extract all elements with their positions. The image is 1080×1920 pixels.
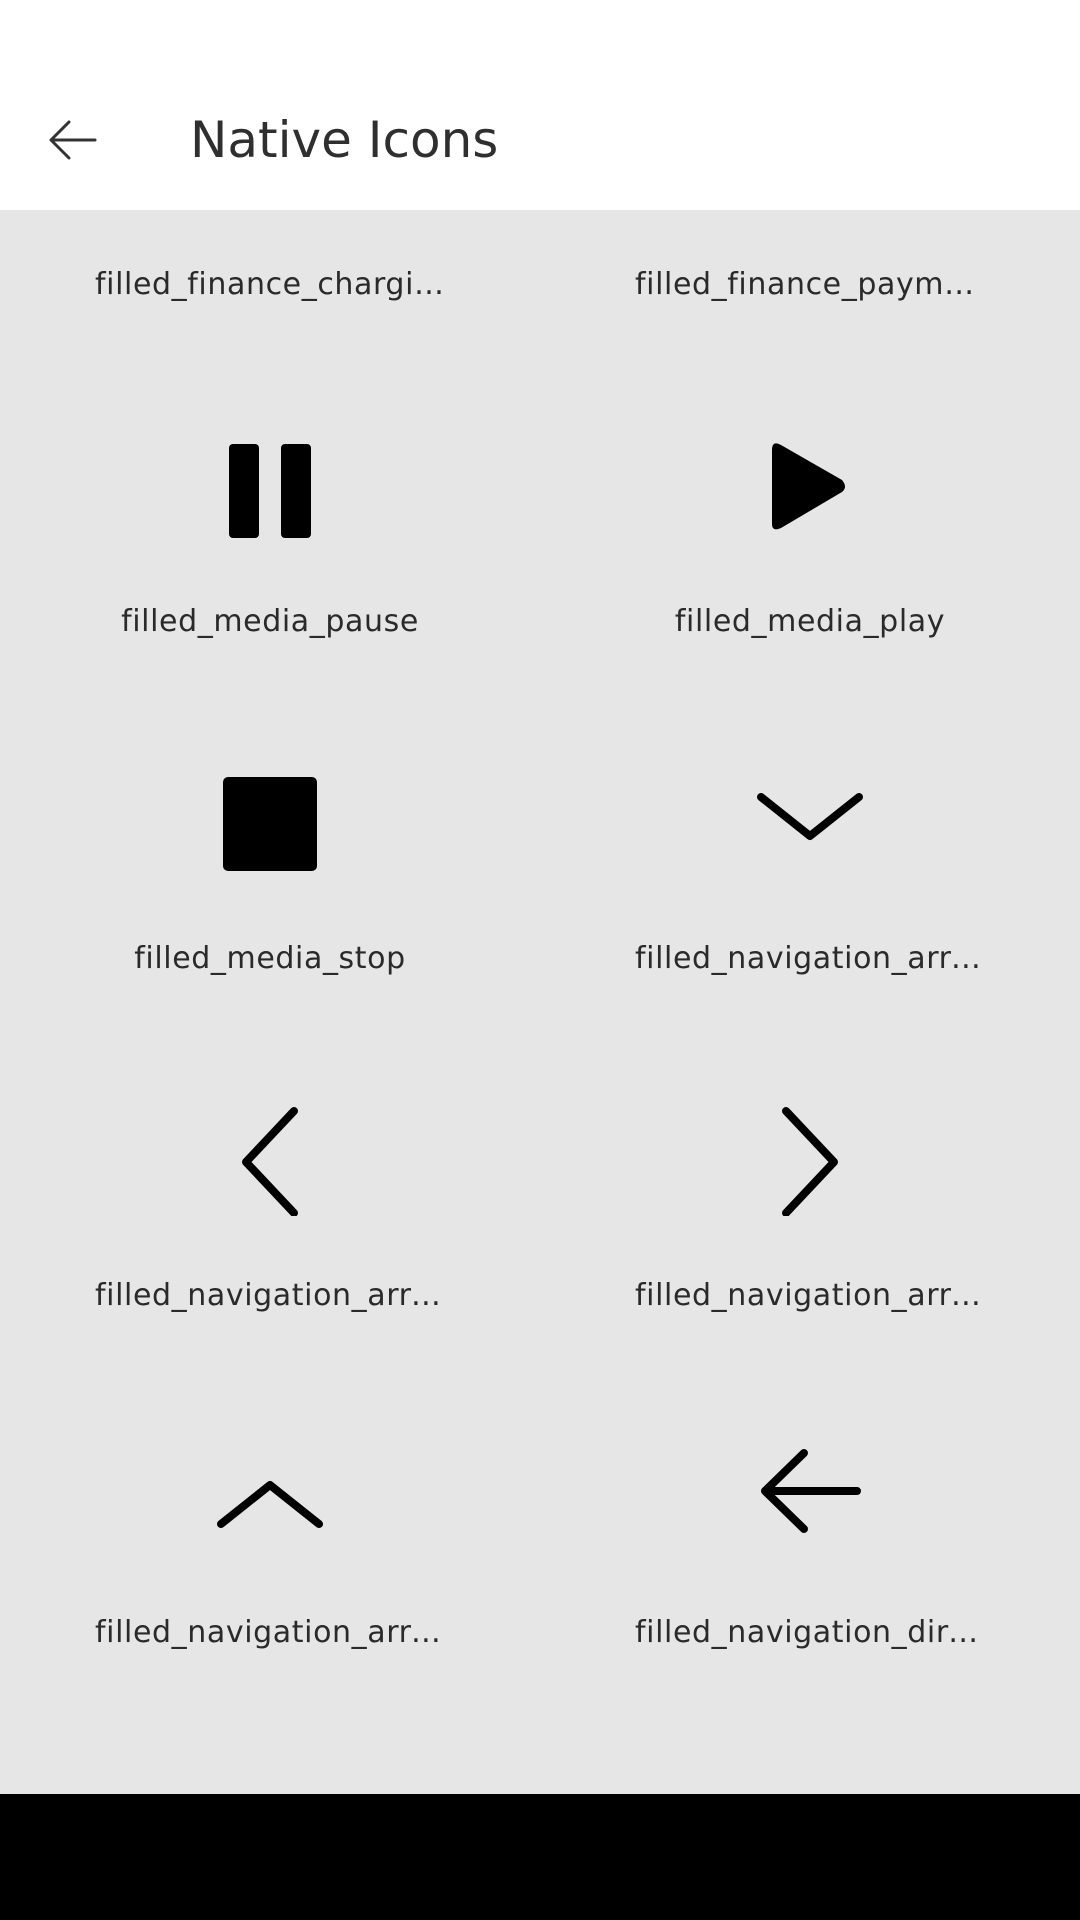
play-icon xyxy=(755,432,865,542)
arrow-left-icon xyxy=(49,120,97,160)
icon-grid[interactable]: filled_finance_charging filled_finance_pa… xyxy=(0,210,1080,1794)
icon-tile[interactable]: filled_finance_payment xyxy=(540,210,1080,390)
arrow-left-icon xyxy=(755,1443,865,1553)
page-title: Native Icons xyxy=(190,111,499,169)
icon-tile[interactable]: filled_navigation_arrow xyxy=(0,1064,540,1401)
icon-label: filled_media_stop xyxy=(134,941,406,976)
icon-tile[interactable]: filled_navigation_arrow xyxy=(0,1401,540,1738)
icon-tile[interactable]: filled_media_pause xyxy=(0,390,540,727)
pause-icon xyxy=(215,432,325,542)
status-bar xyxy=(0,0,1080,70)
icon-label: filled_navigation_arrow xyxy=(95,1278,445,1313)
icon-tile[interactable]: filled_navigation_arrow xyxy=(540,1064,1080,1401)
icon-label: filled_finance_charging xyxy=(95,267,445,302)
chevron-right-icon xyxy=(755,1106,865,1216)
stop-icon xyxy=(215,769,325,879)
icon-label: filled_media_play xyxy=(674,604,946,639)
icon-tile[interactable]: filled_media_play xyxy=(540,390,1080,727)
icon-label: filled_navigation_arrow xyxy=(95,1615,445,1650)
icon-label: filled_navigation_direction xyxy=(635,1615,985,1650)
chevron-up-icon xyxy=(215,1443,325,1553)
icon-tile[interactable]: filled_navigation_direction xyxy=(540,1401,1080,1738)
app-bar: Native Icons xyxy=(0,70,1080,210)
icon-tile[interactable]: filled_media_stop xyxy=(0,727,540,1064)
icon-label: filled_navigation_arrow xyxy=(635,941,985,976)
icon-tile[interactable]: filled_finance_charging xyxy=(0,210,540,390)
system-nav-bar xyxy=(0,1794,1080,1920)
icon-grid-list: filled_finance_charging filled_finance_pa… xyxy=(0,210,1080,1738)
icon-label: filled_media_pause xyxy=(121,604,419,639)
chevron-left-icon xyxy=(215,1106,325,1216)
chevron-down-icon xyxy=(755,769,865,879)
icon-label: filled_navigation_arrow xyxy=(635,1278,985,1313)
back-button[interactable] xyxy=(30,105,116,175)
icon-tile[interactable]: filled_navigation_arrow xyxy=(540,727,1080,1064)
icon-label: filled_finance_payment xyxy=(635,267,985,302)
